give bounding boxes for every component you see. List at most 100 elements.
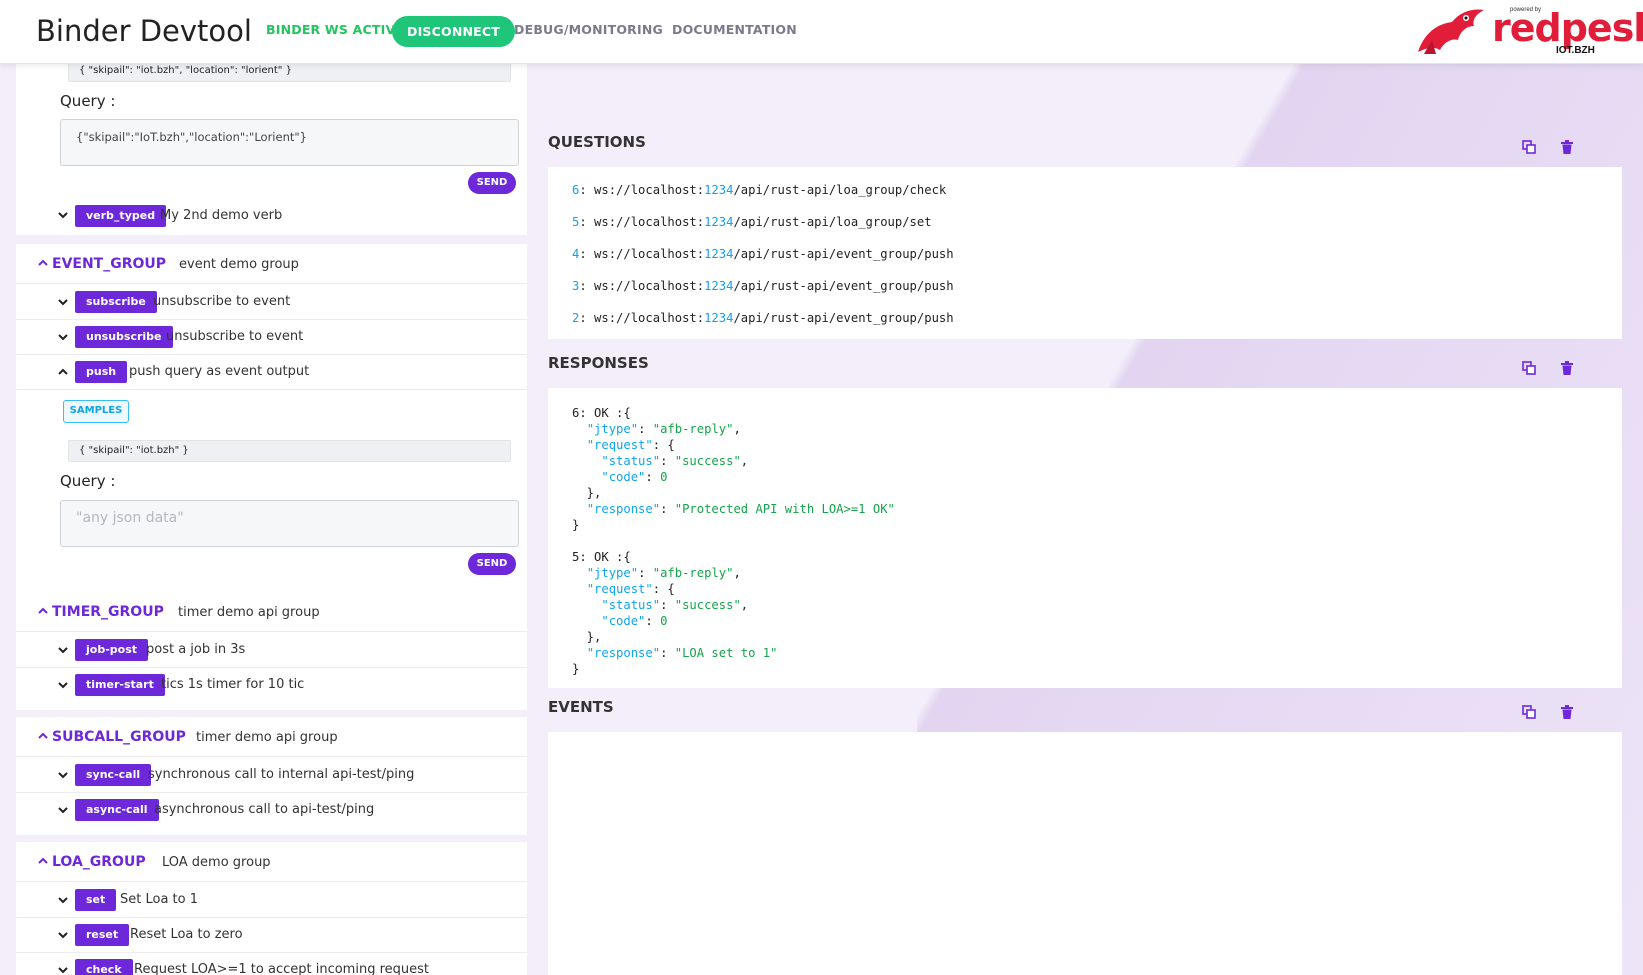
verb-description: tics 1s timer for 10 tic <box>161 677 305 692</box>
events-list <box>548 732 1622 975</box>
verb-tag[interactable]: unsubscribe <box>75 326 173 348</box>
verb-tag[interactable]: subscribe <box>75 291 157 313</box>
verb-tag[interactable]: timer-start <box>75 674 165 696</box>
verb-tag[interactable]: sync-call <box>75 764 152 786</box>
copy-icon[interactable] <box>1522 705 1536 719</box>
documentation-link[interactable]: DOCUMENTATION <box>672 22 797 37</box>
verb-tag[interactable]: check <box>75 959 133 975</box>
verb-tag[interactable]: verb_typed <box>75 205 167 227</box>
verb-description: My 2nd demo verb <box>160 208 283 223</box>
verb-row-verb-typed[interactable]: verb_typed My 2nd demo verb <box>16 198 527 235</box>
query-label: Query : <box>60 472 116 490</box>
query-input[interactable]: "any json data" <box>60 500 519 547</box>
timer-group-card: TIMER_GROUP timer demo api group job-pos… <box>16 592 527 710</box>
app-title: Binder Devtool <box>36 14 252 48</box>
api-verb-panel: { "skipail": "iot.bzh", "location": "lor… <box>16 60 527 975</box>
group-header-subcall[interactable]: SUBCALL_GROUP timer demo api group <box>16 717 527 757</box>
logo-sub-text: IOT.BZH <box>1556 45 1595 56</box>
verb-description: unsubscribe to event <box>166 329 304 344</box>
chevron-down-icon[interactable] <box>58 298 68 308</box>
verb-description: synchronous call to internal api-test/pi… <box>148 767 415 782</box>
chevron-down-icon[interactable] <box>58 896 68 906</box>
copy-icon[interactable] <box>1522 140 1536 154</box>
verb-row-reset[interactable]: reset Reset Loa to zero <box>16 918 527 953</box>
question-item[interactable]: 5: ws://localhost:1234/api/rust-api/loa_… <box>572 215 932 229</box>
verb-row-subscribe[interactable]: subscribe unsubscribe to event <box>16 285 527 320</box>
loa-group-card: LOA_GROUP LOA demo group set Set Loa to … <box>16 842 527 975</box>
chevron-up-icon[interactable] <box>58 368 68 378</box>
query-label: Query : <box>60 92 116 110</box>
group-name[interactable]: SUBCALL_GROUP <box>52 729 186 745</box>
trash-icon[interactable] <box>1560 140 1574 154</box>
verb-description: unsubscribe to event <box>153 294 291 309</box>
debug-monitoring-link[interactable]: DEBUG/MONITORING <box>514 22 663 37</box>
group-header-loa[interactable]: LOA_GROUP LOA demo group <box>16 842 527 882</box>
verb-description: Request LOA>=1 to accept incoming reques… <box>134 962 429 975</box>
chevron-down-icon[interactable] <box>58 931 68 941</box>
group-name[interactable]: EVENT_GROUP <box>52 256 166 272</box>
verb-tag[interactable]: set <box>75 889 117 911</box>
trash-icon[interactable] <box>1560 705 1574 719</box>
response-item[interactable]: 5: OK :{ "jtype": "afb-reply", "request"… <box>572 549 777 677</box>
responses-title: RESPONSES <box>548 354 649 372</box>
trash-icon[interactable] <box>1560 361 1574 375</box>
verb-row-job-post[interactable]: job-post post a job in 3s <box>16 633 527 668</box>
verb-row-sync-call[interactable]: sync-call synchronous call to internal a… <box>16 758 527 793</box>
question-item[interactable]: 3: ws://localhost:1234/api/rust-api/even… <box>572 279 954 293</box>
logo-brand-text: redpesk <box>1492 6 1643 50</box>
chevron-down-icon[interactable] <box>58 966 68 975</box>
query-input[interactable]: {"skipail":"IoT.bzh","location":"Lorient… <box>60 119 519 166</box>
chevron-up-icon[interactable] <box>38 732 48 740</box>
verb-tag[interactable]: async-call <box>75 799 159 821</box>
verb-description: Set Loa to 1 <box>120 892 198 907</box>
verb-row-unsubscribe[interactable]: unsubscribe unsubscribe to event <box>16 320 527 355</box>
response-item[interactable]: 6: OK :{ "jtype": "afb-reply", "request"… <box>572 405 895 533</box>
verb-tag[interactable]: reset <box>75 924 130 946</box>
copy-icon[interactable] <box>1522 361 1536 375</box>
chevron-down-icon[interactable] <box>58 211 68 221</box>
questions-list: 6: ws://localhost:1234/api/rust-api/loa_… <box>548 167 1622 339</box>
binder-status-indicator: BINDER WS ACTIVE <box>266 22 405 37</box>
verb-row-timer-start[interactable]: timer-start tics 1s timer for 10 tic <box>16 668 527 703</box>
verb-description: post a job in 3s <box>146 642 246 657</box>
verb-row-async-call[interactable]: async-call asynchronous call to api-test… <box>16 793 527 828</box>
samples-button[interactable]: SAMPLES <box>63 400 129 423</box>
disconnect-button[interactable]: DISCONNECT <box>392 16 515 47</box>
event-group-card: EVENT_GROUP event demo group subscribe u… <box>16 244 527 644</box>
verb-tag[interactable]: job-post <box>75 639 149 661</box>
chevron-down-icon[interactable] <box>58 681 68 691</box>
verb-row-check[interactable]: check Request LOA>=1 to accept incoming … <box>16 953 527 975</box>
group-description: timer demo api group <box>196 730 338 745</box>
group-description: LOA demo group <box>162 855 271 870</box>
question-item[interactable]: 2: ws://localhost:1234/api/rust-api/even… <box>572 311 954 325</box>
verb-description: push query as event output <box>129 364 310 379</box>
subcall-group-card: SUBCALL_GROUP timer demo api group sync-… <box>16 717 527 835</box>
group-name[interactable]: TIMER_GROUP <box>52 604 164 620</box>
question-item[interactable]: 6: ws://localhost:1234/api/rust-api/loa_… <box>572 183 946 197</box>
chevron-up-icon[interactable] <box>38 607 48 615</box>
verb-row-set[interactable]: set Set Loa to 1 <box>16 883 527 918</box>
chevron-down-icon[interactable] <box>58 333 68 343</box>
sample-value[interactable]: { "skipail": "iot.bzh" } <box>68 440 511 462</box>
verb-row-push[interactable]: push push query as event output <box>16 355 527 390</box>
question-item[interactable]: 4: ws://localhost:1234/api/rust-api/even… <box>572 247 954 261</box>
chevron-down-icon[interactable] <box>58 646 68 656</box>
chevron-down-icon[interactable] <box>58 806 68 816</box>
redpesk-logo: powered by redpesk IOT.BZH <box>1414 4 1643 60</box>
group-header-timer[interactable]: TIMER_GROUP timer demo api group <box>16 592 527 632</box>
events-title: EVENTS <box>548 698 614 716</box>
verb-description: Reset Loa to zero <box>130 927 243 942</box>
group-description: timer demo api group <box>178 605 320 620</box>
group-name[interactable]: LOA_GROUP <box>52 854 146 870</box>
chevron-down-icon[interactable] <box>58 771 68 781</box>
group-header-event[interactable]: EVENT_GROUP event demo group <box>16 244 527 284</box>
chevron-up-icon[interactable] <box>38 857 48 865</box>
output-panel: QUESTIONS 6: ws://localhost:1234/api/rus… <box>527 64 1643 975</box>
verb-tag[interactable]: push <box>75 361 128 383</box>
chevron-up-icon[interactable] <box>38 259 48 267</box>
send-button[interactable]: SEND <box>468 172 516 194</box>
group-description: event demo group <box>179 257 299 272</box>
questions-title: QUESTIONS <box>548 133 646 151</box>
send-button[interactable]: SEND <box>468 553 516 575</box>
dragon-icon <box>1418 9 1484 54</box>
